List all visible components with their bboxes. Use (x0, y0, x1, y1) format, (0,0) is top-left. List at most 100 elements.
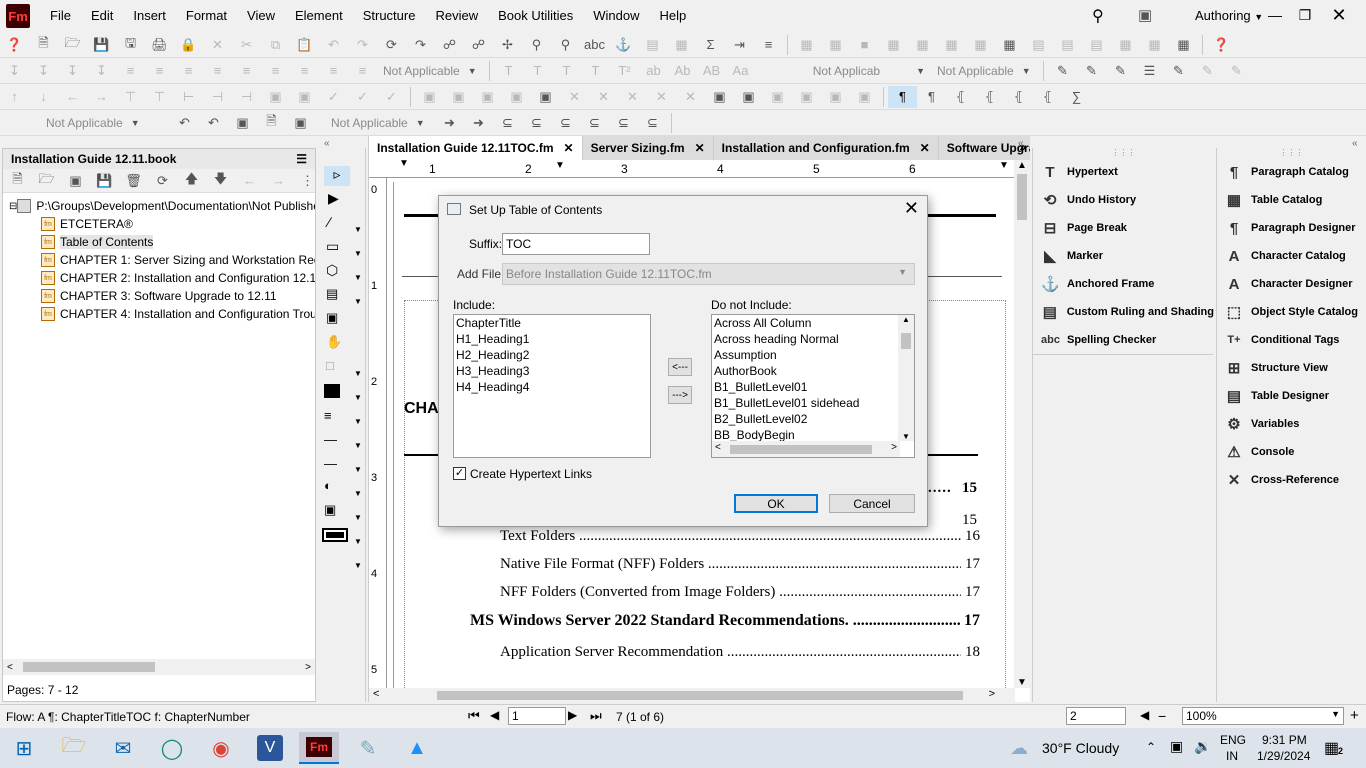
element-nav-icon[interactable]: 🗎 (257, 112, 286, 134)
scroll-down-icon[interactable]: ▼ (902, 432, 910, 441)
ok-button[interactable]: OK (734, 494, 818, 513)
paragraph-tag-item[interactable]: Across All Column (712, 315, 914, 331)
element-boundary-icon[interactable]: ⦃ (975, 86, 1004, 108)
help-icon[interactable]: ❓ (0, 34, 29, 56)
format-icon[interactable]: ↧ (87, 60, 116, 82)
element-icon[interactable]: ▣ (763, 86, 792, 108)
scroll-right-icon[interactable]: > (989, 688, 995, 700)
insert-icon[interactable]: ➜ (435, 112, 464, 134)
search-icon[interactable]: ⚲ (1092, 6, 1104, 26)
format-icon[interactable]: ↧ (0, 60, 29, 82)
add-group-icon[interactable]: ▣ (61, 170, 90, 192)
table-op-icon[interactable]: ▦ (937, 34, 966, 56)
refresh-icon[interactable]: ⟳ (377, 34, 406, 56)
align-object-icon[interactable]: ⊣ (203, 86, 232, 108)
notepad-icon[interactable]: ✎ (348, 732, 388, 764)
edge-icon[interactable]: ◯ (152, 732, 192, 764)
track-icon[interactable]: ✎ (1048, 60, 1077, 82)
rectangle-tool-icon[interactable]: ▭ (326, 238, 339, 255)
scroll-right-icon[interactable]: > (301, 662, 315, 673)
table-op-icon[interactable]: ▦ (821, 34, 850, 56)
align-object-icon[interactable]: ▣ (290, 86, 319, 108)
indent-icon[interactable]: ⇥ (725, 34, 754, 56)
text-style-icon[interactable]: Ab (668, 60, 697, 82)
align-center-icon[interactable]: ≡ (145, 60, 174, 82)
pod-table-catalog[interactable]: ▦ Table Catalog (1217, 186, 1366, 214)
text-style-icon[interactable]: T (552, 60, 581, 82)
paragraph-tag-item[interactable]: H3_Heading3 (454, 363, 650, 379)
element-boundary-icon[interactable]: ⦃ (946, 86, 975, 108)
language-code[interactable]: ENG (1220, 733, 1246, 747)
menu-window[interactable]: Window (583, 0, 649, 32)
spacing-icon[interactable]: ≡ (232, 60, 261, 82)
image-tool-icon[interactable]: ▣ (326, 310, 338, 326)
close-icon[interactable]: ✕ (564, 141, 574, 155)
font-dropdown[interactable]: Not Applicable ▼ (931, 64, 1039, 78)
import-icon[interactable]: ↷ (406, 34, 435, 56)
workspace-dropdown[interactable]: Authoring ▼ (1195, 8, 1263, 23)
page-number-input[interactable]: 1 (508, 707, 566, 725)
insert-icon[interactable]: ⊆ (609, 112, 638, 134)
open-icon[interactable]: 🗁 (58, 34, 87, 56)
paragraph-tag-item[interactable]: Across heading Normal (712, 331, 914, 347)
align-object-icon[interactable]: ▣ (261, 86, 290, 108)
dialog-close-button[interactable]: ✕ (904, 198, 919, 219)
pod-marker[interactable]: ◣ Marker (1033, 242, 1214, 270)
update-icon[interactable]: ⟳ (148, 170, 177, 192)
panel-menu-icon[interactable]: ☰ (296, 152, 307, 166)
close-icon[interactable]: ✕ (695, 141, 705, 155)
collapse-tools-icon[interactable]: « (324, 138, 330, 149)
paragraph-tag-item[interactable]: ChapterTitle (454, 315, 650, 331)
tint-icon[interactable]: ◐ (324, 478, 332, 493)
print-icon[interactable]: 🖨 (145, 34, 174, 56)
list-icon[interactable]: ▤ (638, 34, 667, 56)
scroll-left-icon[interactable]: < (715, 442, 721, 453)
pod-variables[interactable]: ⚙ Variables (1217, 410, 1366, 438)
object-icon[interactable]: ✢ (493, 34, 522, 56)
cut-icon[interactable]: ✂ (232, 34, 261, 56)
element-nav-icon[interactable]: ↶ (199, 112, 228, 134)
collapse-left-icon[interactable]: « (1018, 138, 1024, 149)
menu-structure[interactable]: Structure (353, 0, 426, 32)
element-dropdown[interactable]: Not Applicable ▼ (40, 116, 170, 130)
menu-format[interactable]: Format (176, 0, 237, 32)
paragraph-tag-item[interactable]: B2_BulletLevel02 (712, 411, 914, 427)
paragraph-tag-item[interactable]: AuthorBook (712, 363, 914, 379)
element-nav-icon[interactable]: ↶ (170, 112, 199, 134)
align-object-icon[interactable]: ⊤ (116, 86, 145, 108)
text-style-icon[interactable]: T² (610, 60, 639, 82)
paragraph-tag-item[interactable]: B1_BulletLevel01 sidehead (712, 395, 914, 411)
element-icon[interactable]: ✕ (676, 86, 705, 108)
anchor-icon[interactable]: ⚓ (609, 34, 638, 56)
element-icon[interactable]: ✕ (618, 86, 647, 108)
element-icon[interactable]: ▣ (502, 86, 531, 108)
undo-icon[interactable]: ↶ (319, 34, 348, 56)
element-icon[interactable]: ▣ (415, 86, 444, 108)
hypertext-links-checkbox[interactable]: ✓ (453, 467, 466, 480)
pod-page-break[interactable]: ⊟ Page Break (1033, 214, 1214, 242)
spacing-icon[interactable]: ≡ (319, 60, 348, 82)
scrollbar-thumb[interactable] (437, 691, 963, 700)
new-doc-icon[interactable]: 🗎 (29, 34, 58, 56)
table-op-icon[interactable]: ▤ (1024, 34, 1053, 56)
table-op-icon[interactable]: ▤ (1053, 34, 1082, 56)
zoom-select[interactable]: 100% ▼ (1182, 707, 1344, 725)
horizontal-scrollbar[interactable]: < > (3, 659, 315, 675)
tab-toc[interactable]: Installation Guide 12.11TOC.fm ✕ (369, 136, 583, 160)
clock-date[interactable]: 1/29/2024 (1257, 749, 1310, 763)
table-op-icon[interactable]: ▤ (1082, 34, 1111, 56)
spacing-icon[interactable]: ≡ (261, 60, 290, 82)
collapse-icon[interactable]: ⊟ (9, 201, 17, 212)
arrow-up-icon[interactable]: ↑ (0, 86, 29, 108)
text-style-icon[interactable]: Aa (726, 60, 755, 82)
insert-icon[interactable]: ➜ (464, 112, 493, 134)
add-file-select[interactable]: Before Installation Guide 12.11TOC.fm ▼ (502, 263, 915, 285)
pod-undo-history[interactable]: ⟲ Undo History (1033, 186, 1214, 214)
align-justify-icon[interactable]: ≡ (203, 60, 232, 82)
arrow-right-icon[interactable]: → (264, 170, 293, 192)
pod-table-designer[interactable]: ▤ Table Designer (1217, 382, 1366, 410)
check-icon[interactable]: ✓ (319, 86, 348, 108)
menu-view[interactable]: View (237, 0, 285, 32)
ruler-tab-icon[interactable]: ▼ (555, 160, 565, 171)
scroll-right-icon[interactable]: > (891, 442, 897, 453)
